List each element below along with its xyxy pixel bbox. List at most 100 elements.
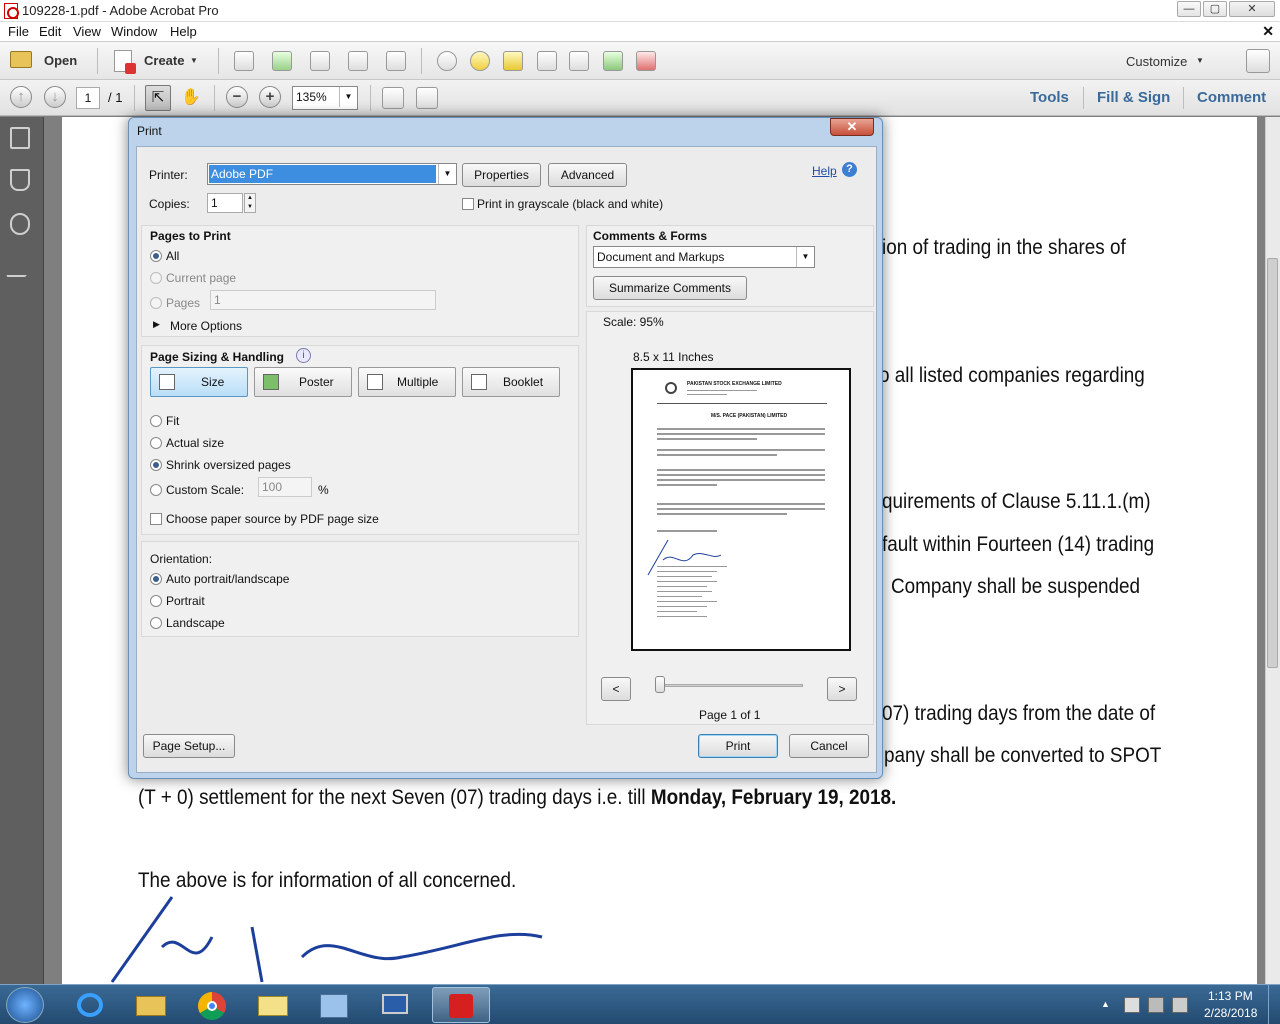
dialog-close-button[interactable]: ✕ <box>830 118 874 136</box>
menu-window[interactable]: Window <box>111 24 157 39</box>
menu-view[interactable]: View <box>73 24 101 39</box>
create-button[interactable]: Create <box>144 53 184 68</box>
radio-auto-orientation[interactable] <box>150 573 162 585</box>
copies-input[interactable]: 1 <box>207 193 243 213</box>
poster-button[interactable]: Poster <box>254 367 352 397</box>
attach-icon[interactable] <box>537 51 557 71</box>
print-icon[interactable] <box>310 51 330 71</box>
summarize-comments-button[interactable]: Summarize Comments <box>593 276 747 300</box>
page-setup-button[interactable]: Page Setup... <box>143 734 235 758</box>
search-document-icon[interactable] <box>569 51 589 71</box>
customize-button[interactable]: Customize <box>1126 54 1187 69</box>
custom-scale-input[interactable]: 100 <box>258 477 312 497</box>
help-link[interactable]: Help <box>812 164 837 178</box>
zoom-in-icon[interactable]: + <box>259 86 281 108</box>
tab-tools[interactable]: Tools <box>1030 89 1069 106</box>
signatures-icon[interactable] <box>5 255 35 277</box>
acrobat-taskbar-icon[interactable] <box>432 987 490 1023</box>
save-icon[interactable] <box>234 51 254 71</box>
menu-edit[interactable]: Edit <box>39 24 61 39</box>
bookmarks-icon[interactable] <box>10 169 30 191</box>
create-dropdown-icon[interactable]: ▼ <box>190 56 198 65</box>
radio-portrait[interactable] <box>150 595 162 607</box>
grayscale-checkbox[interactable] <box>462 198 474 210</box>
mail-icon[interactable] <box>246 987 300 1023</box>
radio-custom-scale[interactable] <box>150 484 162 496</box>
radio-actual-size[interactable] <box>150 437 162 449</box>
triangle-right-icon[interactable]: ▶ <box>153 319 160 330</box>
radio-landscape[interactable] <box>150 617 162 629</box>
internet-explorer-icon[interactable] <box>63 987 117 1023</box>
network-icon[interactable] <box>1148 997 1164 1013</box>
more-options-link[interactable]: More Options <box>170 319 242 333</box>
radio-pages[interactable] <box>150 297 162 309</box>
multiple-button[interactable]: Multiple <box>358 367 456 397</box>
hand-tool-icon[interactable]: ✋ <box>180 87 202 109</box>
menu-file[interactable]: File <box>8 24 29 39</box>
minimize-button[interactable]: — <box>1177 1 1201 17</box>
folder-icon[interactable] <box>10 51 32 68</box>
printer-dropdown-icon[interactable]: ▼ <box>438 164 456 184</box>
booklet-button[interactable]: Booklet <box>462 367 560 397</box>
action-center-icon[interactable] <box>1124 997 1140 1013</box>
control-panel-icon[interactable] <box>307 987 361 1023</box>
start-button[interactable] <box>6 987 44 1023</box>
page-number-input[interactable]: 1 <box>76 87 100 109</box>
file-explorer-icon[interactable] <box>124 987 178 1023</box>
preview-slider[interactable] <box>657 684 803 687</box>
paper-source-checkbox[interactable] <box>150 513 162 525</box>
next-page-icon[interactable]: ↓ <box>44 86 66 108</box>
cloud-upload-icon[interactable] <box>272 51 292 71</box>
comments-forms-dropdown-icon[interactable]: ▼ <box>796 247 814 267</box>
redact-icon[interactable] <box>636 51 656 71</box>
pages-range-input[interactable]: 1 <box>210 290 436 310</box>
maximize-button[interactable]: ▢ <box>1203 1 1227 17</box>
radio-current-page[interactable] <box>150 272 162 284</box>
size-button[interactable]: Size <box>150 367 248 397</box>
radio-all[interactable] <box>150 250 162 262</box>
comment-bubble-icon[interactable] <box>470 51 490 71</box>
attachments-icon[interactable] <box>10 213 30 235</box>
tab-fill-sign[interactable]: Fill & Sign <box>1097 89 1170 106</box>
menu-help[interactable]: Help <box>170 24 197 39</box>
copies-stepper[interactable]: ▲ ▼ <box>244 193 256 213</box>
gear-icon[interactable] <box>437 51 457 71</box>
fit-page-icon[interactable] <box>382 87 404 109</box>
select-tool-icon[interactable]: ⇱ <box>145 85 171 111</box>
highlight-icon[interactable] <box>503 51 523 71</box>
customize-dropdown-icon[interactable]: ▼ <box>1196 56 1204 65</box>
chrome-icon[interactable] <box>185 987 239 1023</box>
preview-prev-button[interactable]: < <box>601 677 631 701</box>
share-icon[interactable] <box>603 51 623 71</box>
clock-time[interactable]: 1:13 PM <box>1208 989 1253 1003</box>
close-document-icon[interactable]: ✕ <box>1262 23 1274 40</box>
cancel-button[interactable]: Cancel <box>789 734 869 758</box>
properties-button[interactable]: Properties <box>462 163 541 187</box>
print-button[interactable]: Print <box>698 734 778 758</box>
full-screen-icon[interactable] <box>416 87 438 109</box>
expand-icon[interactable] <box>1246 49 1270 73</box>
zoom-dropdown-icon[interactable]: ▼ <box>339 87 357 107</box>
preview-next-button[interactable]: > <box>827 677 857 701</box>
zoom-select[interactable]: 135% ▼ <box>292 86 358 110</box>
help-icon[interactable]: ? <box>842 162 857 177</box>
radio-shrink[interactable] <box>150 459 162 471</box>
tray-expand-icon[interactable]: ▲ <box>1101 999 1110 1009</box>
page-thumbnails-icon[interactable] <box>10 127 30 149</box>
edit-document-icon[interactable] <box>348 51 368 71</box>
zoom-out-icon[interactable]: − <box>226 86 248 108</box>
tab-comment[interactable]: Comment <box>1197 89 1266 106</box>
remote-desktop-icon[interactable] <box>368 987 422 1023</box>
volume-icon[interactable] <box>1172 997 1188 1013</box>
comments-forms-select[interactable]: Document and Markups ▼ <box>593 246 815 268</box>
email-icon[interactable] <box>386 51 406 71</box>
open-button[interactable]: Open <box>44 53 77 68</box>
create-pdf-icon[interactable] <box>114 50 136 74</box>
printer-select[interactable]: Adobe PDF ▼ <box>207 163 457 185</box>
radio-fit[interactable] <box>150 415 162 427</box>
scrollbar-thumb[interactable] <box>1267 258 1278 668</box>
previous-page-icon[interactable]: ↑ <box>10 86 32 108</box>
advanced-button[interactable]: Advanced <box>548 163 627 187</box>
clock-date[interactable]: 2/28/2018 <box>1204 1006 1257 1020</box>
show-desktop-button[interactable] <box>1268 985 1280 1024</box>
